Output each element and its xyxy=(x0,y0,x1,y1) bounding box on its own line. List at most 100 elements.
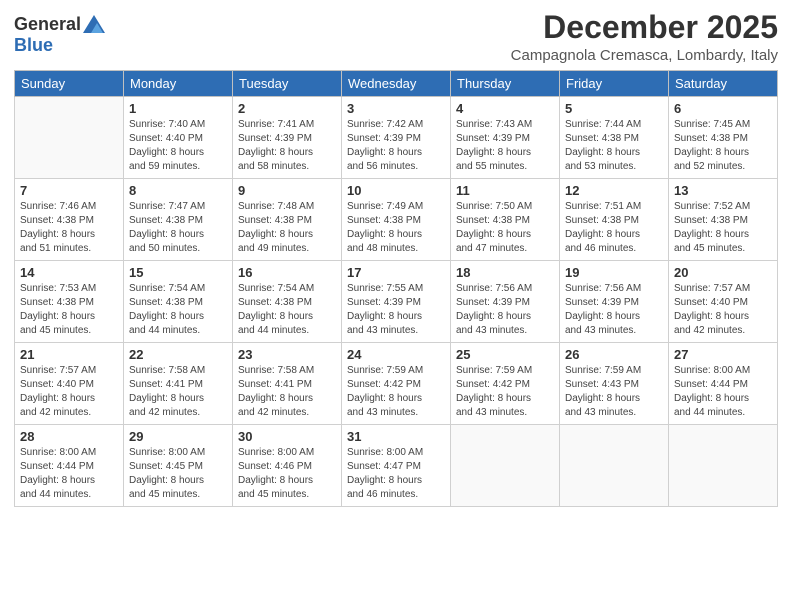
table-row: 19 Sunrise: 7:56 AMSunset: 4:39 PMDayligh… xyxy=(560,261,669,343)
table-row: 10 Sunrise: 7:49 AMSunset: 4:38 PMDayligh… xyxy=(342,179,451,261)
day-number: 10 xyxy=(347,183,445,198)
location-title: Campagnola Cremasca, Lombardy, Italy xyxy=(511,47,778,64)
day-info: Sunrise: 7:52 AMSunset: 4:38 PMDaylight:… xyxy=(674,200,772,256)
day-number: 22 xyxy=(129,347,227,362)
calendar-table: Sunday Monday Tuesday Wednesday Thursday… xyxy=(14,70,778,507)
day-number: 1 xyxy=(129,101,227,116)
table-row: 25 Sunrise: 7:59 AMSunset: 4:42 PMDayligh… xyxy=(451,343,560,425)
table-row: 26Sunrise: 7:59 AMSunset: 4:43 PMDayligh… xyxy=(560,343,669,425)
table-row: 31 Sunrise: 8:00 AMSunset: 4:47 PMDayligh… xyxy=(342,425,451,507)
day-info: Sunrise: 7:40 AMSunset: 4:40 PMDaylight:… xyxy=(129,118,227,174)
logo-blue-text: Blue xyxy=(14,35,53,55)
table-row: 2Sunrise: 7:41 AMSunset: 4:39 PMDaylight… xyxy=(233,97,342,179)
table-row: 27Sunrise: 8:00 AMSunset: 4:44 PMDayligh… xyxy=(669,343,778,425)
table-row: 4Sunrise: 7:43 AMSunset: 4:39 PMDaylight… xyxy=(451,97,560,179)
day-number: 31 xyxy=(347,429,445,444)
day-info: Sunrise: 7:55 AMSunset: 4:39 PMDaylight:… xyxy=(347,282,445,338)
day-number: 7 xyxy=(20,183,118,198)
calendar-header-row: Sunday Monday Tuesday Wednesday Thursday… xyxy=(15,71,778,97)
table-row: 29 Sunrise: 8:00 AMSunset: 4:45 PMDayligh… xyxy=(124,425,233,507)
table-row: 8 Sunrise: 7:47 AMSunset: 4:38 PMDaylight… xyxy=(124,179,233,261)
day-number: 15 xyxy=(129,265,227,280)
table-row: 21 Sunrise: 7:57 AMSunset: 4:40 PMDayligh… xyxy=(15,343,124,425)
table-row: 22 Sunrise: 7:58 AMSunset: 4:41 PMDayligh… xyxy=(124,343,233,425)
day-info: Sunrise: 7:56 AMSunset: 4:39 PMDaylight:… xyxy=(565,282,663,338)
day-number: 3 xyxy=(347,101,445,116)
day-info: Sunrise: 8:00 AMSunset: 4:44 PMDaylight:… xyxy=(20,446,118,502)
day-number: 25 xyxy=(456,347,554,362)
table-row: 6 Sunrise: 7:45 AMSunset: 4:38 PMDaylight… xyxy=(669,97,778,179)
header-saturday: Saturday xyxy=(669,71,778,97)
day-number: 19 xyxy=(565,265,663,280)
table-row: 1 Sunrise: 7:40 AMSunset: 4:40 PMDaylight… xyxy=(124,97,233,179)
day-info: Sunrise: 7:56 AMSunset: 4:39 PMDaylight:… xyxy=(456,282,554,338)
day-number: 18 xyxy=(456,265,554,280)
table-row: 7Sunrise: 7:46 AMSunset: 4:38 PMDaylight… xyxy=(15,179,124,261)
day-info: Sunrise: 7:57 AMSunset: 4:40 PMDaylight:… xyxy=(674,282,772,338)
day-info: Sunrise: 8:00 AMSunset: 4:46 PMDaylight:… xyxy=(238,446,336,502)
day-info: Sunrise: 7:47 AMSunset: 4:38 PMDaylight:… xyxy=(129,200,227,256)
day-info: Sunrise: 7:50 AMSunset: 4:38 PMDaylight:… xyxy=(456,200,554,256)
table-row xyxy=(669,425,778,507)
header-wednesday: Wednesday xyxy=(342,71,451,97)
table-row xyxy=(15,97,124,179)
day-info: Sunrise: 7:51 AMSunset: 4:38 PMDaylight:… xyxy=(565,200,663,256)
day-info: Sunrise: 7:48 AMSunset: 4:38 PMDaylight:… xyxy=(238,200,336,256)
table-row: 3 Sunrise: 7:42 AMSunset: 4:39 PMDaylight… xyxy=(342,97,451,179)
day-info: Sunrise: 7:54 AMSunset: 4:38 PMDaylight:… xyxy=(238,282,336,338)
table-row xyxy=(560,425,669,507)
table-row: 12 Sunrise: 7:51 AMSunset: 4:38 PMDayligh… xyxy=(560,179,669,261)
title-block: December 2025 Campagnola Cremasca, Lomba… xyxy=(511,10,778,64)
day-number: 12 xyxy=(565,183,663,198)
day-number: 16 xyxy=(238,265,336,280)
header-friday: Friday xyxy=(560,71,669,97)
day-number: 27 xyxy=(674,347,772,362)
day-number: 6 xyxy=(674,101,772,116)
table-row: 28 Sunrise: 8:00 AMSunset: 4:44 PMDayligh… xyxy=(15,425,124,507)
day-info: Sunrise: 7:53 AMSunset: 4:38 PMDaylight:… xyxy=(20,282,118,338)
day-info: Sunrise: 8:00 AMSunset: 4:47 PMDaylight:… xyxy=(347,446,445,502)
logo-general-text: General xyxy=(14,14,81,35)
day-number: 9 xyxy=(238,183,336,198)
header-monday: Monday xyxy=(124,71,233,97)
table-row: 9 Sunrise: 7:48 AMSunset: 4:38 PMDaylight… xyxy=(233,179,342,261)
day-number: 8 xyxy=(129,183,227,198)
table-row: 20 Sunrise: 7:57 AMSunset: 4:40 PMDayligh… xyxy=(669,261,778,343)
day-number: 11 xyxy=(456,183,554,198)
table-row: 18 Sunrise: 7:56 AMSunset: 4:39 PMDayligh… xyxy=(451,261,560,343)
day-info: Sunrise: 7:45 AMSunset: 4:38 PMDaylight:… xyxy=(674,118,772,174)
table-row: 15 Sunrise: 7:54 AMSunset: 4:38 PMDayligh… xyxy=(124,261,233,343)
day-number: 20 xyxy=(674,265,772,280)
day-info: Sunrise: 7:42 AMSunset: 4:39 PMDaylight:… xyxy=(347,118,445,174)
day-number: 5 xyxy=(565,101,663,116)
day-number: 30 xyxy=(238,429,336,444)
table-row xyxy=(451,425,560,507)
table-row: 30 Sunrise: 8:00 AMSunset: 4:46 PMDayligh… xyxy=(233,425,342,507)
day-info: Sunrise: 7:59 AMSunset: 4:42 PMDaylight:… xyxy=(347,364,445,420)
day-info: Sunrise: 7:57 AMSunset: 4:40 PMDaylight:… xyxy=(20,364,118,420)
day-number: 28 xyxy=(20,429,118,444)
day-info: Sunrise: 7:44 AMSunset: 4:38 PMDaylight:… xyxy=(565,118,663,174)
day-info: Sunrise: 7:59 AMSunset: 4:42 PMDaylight:… xyxy=(456,364,554,420)
day-info: Sunrise: 7:58 AMSunset: 4:41 PMDaylight:… xyxy=(129,364,227,420)
day-number: 17 xyxy=(347,265,445,280)
day-info: Sunrise: 7:49 AMSunset: 4:38 PMDaylight:… xyxy=(347,200,445,256)
month-title: December 2025 xyxy=(511,10,778,45)
table-row: 5 Sunrise: 7:44 AMSunset: 4:38 PMDaylight… xyxy=(560,97,669,179)
logo-icon xyxy=(83,15,105,33)
table-row: 17 Sunrise: 7:55 AMSunset: 4:39 PMDayligh… xyxy=(342,261,451,343)
day-info: Sunrise: 8:00 AMSunset: 4:45 PMDaylight:… xyxy=(129,446,227,502)
day-number: 26 xyxy=(565,347,663,362)
logo: General Blue xyxy=(14,14,105,56)
day-number: 24 xyxy=(347,347,445,362)
day-info: Sunrise: 7:43 AMSunset: 4:39 PMDaylight:… xyxy=(456,118,554,174)
table-row: 24 Sunrise: 7:59 AMSunset: 4:42 PMDayligh… xyxy=(342,343,451,425)
page-container: General Blue December 2025 Campagnola Cr… xyxy=(0,0,792,515)
table-row: 14Sunrise: 7:53 AMSunset: 4:38 PMDayligh… xyxy=(15,261,124,343)
day-info: Sunrise: 7:41 AMSunset: 4:39 PMDaylight:… xyxy=(238,118,336,174)
header-thursday: Thursday xyxy=(451,71,560,97)
day-number: 29 xyxy=(129,429,227,444)
table-row: 13Sunrise: 7:52 AMSunset: 4:38 PMDayligh… xyxy=(669,179,778,261)
day-number: 21 xyxy=(20,347,118,362)
day-info: Sunrise: 7:54 AMSunset: 4:38 PMDaylight:… xyxy=(129,282,227,338)
